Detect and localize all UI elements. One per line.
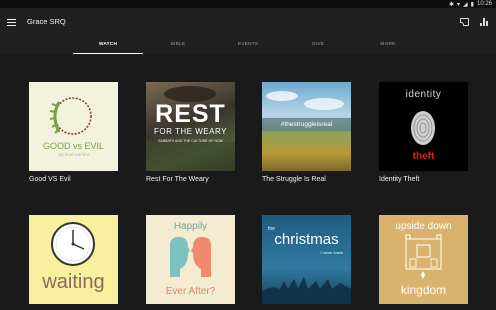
- art-title: #thestruggleisreal: [280, 121, 333, 128]
- art-title: upside down: [395, 221, 452, 232]
- series-title: Identity Theft: [379, 176, 420, 183]
- battery-icon: ▮: [470, 1, 474, 8]
- art-subtitle: FOR THE WEARY: [154, 127, 227, 136]
- series-title: Good VS Evil: [29, 176, 71, 183]
- bluetooth-icon: ✱: [449, 1, 455, 8]
- series-thumbnail: #thestruggleisreal: [262, 82, 351, 171]
- wifi-icon: ▾: [457, 1, 461, 8]
- series-title: Rest For The Weary: [146, 176, 209, 183]
- series-card-waiting[interactable]: waiting: [29, 215, 118, 309]
- wreath-illustration: [49, 97, 92, 135]
- art-title: GOOD vs EVIL: [42, 141, 104, 151]
- series-thumbnail: upside down kingdom: [379, 215, 468, 304]
- tab-more[interactable]: MORE: [353, 38, 423, 54]
- series-card-happily-ever-after[interactable]: Happily Ever After?: [146, 215, 235, 309]
- signal-icon: ◢: [463, 1, 468, 8]
- status-icons: ✱ ▾ ◢ ▮ 10:26: [449, 0, 492, 8]
- series-card-rest-for-the-weary[interactable]: REST FOR THE WEARY SABBATH AND THE CULTU…: [146, 82, 235, 183]
- series-card-good-vs-evil[interactable]: GOOD vs EVIL spiritual warfare Good VS E…: [29, 82, 118, 183]
- status-time: 10:26: [476, 1, 492, 7]
- status-bar: ✱ ▾ ◢ ▮ 10:26: [0, 0, 496, 8]
- cast-icon[interactable]: [460, 18, 469, 26]
- menu-icon[interactable]: [7, 19, 16, 26]
- series-thumbnail: identity theft: [379, 82, 468, 171]
- series-thumbnail: waiting: [29, 215, 118, 304]
- art-title: REST: [155, 100, 226, 128]
- tab-bar: WATCH BIBLE EVENTS GIVE MORE: [73, 38, 423, 54]
- tab-bible[interactable]: BIBLE: [143, 38, 213, 54]
- art-title: identity: [405, 89, 442, 100]
- tab-events[interactable]: EVENTS: [213, 38, 283, 54]
- tab-give[interactable]: GIVE: [283, 38, 353, 54]
- art-title: Happily: [173, 221, 208, 232]
- art-subtitle: Ever After?: [165, 286, 216, 297]
- art-title: waiting: [42, 271, 105, 293]
- series-thumbnail: REST FOR THE WEARY SABBATH AND THE CULTU…: [146, 82, 235, 171]
- series-thumbnail: Happily Ever After?: [146, 215, 235, 304]
- series-title: The Struggle Is Real: [262, 176, 326, 183]
- art-subtitle: theft: [412, 151, 435, 162]
- series-card-christmas-i-never-knew[interactable]: the christmas i never knew: [262, 215, 351, 309]
- tab-watch[interactable]: WATCH: [73, 38, 143, 54]
- art-tagline: SABBATH AND THE CULTURE OF NOW: [158, 139, 223, 143]
- series-grid: GOOD vs EVIL spiritual warfare Good VS E…: [0, 54, 496, 310]
- stats-icon[interactable]: [480, 18, 489, 26]
- series-card-identity-theft[interactable]: identity theft Identity Theft: [379, 82, 468, 183]
- nativity-silhouette: [262, 277, 351, 304]
- art-subtitle: spiritual warfare: [57, 152, 90, 157]
- series-thumbnail: GOOD vs EVIL spiritual warfare: [29, 82, 118, 171]
- art-subtitle: kingdom: [400, 283, 447, 297]
- series-card-struggle-is-real[interactable]: #thestruggleisreal The Struggle Is Real: [262, 82, 351, 183]
- app-title: Grace SRQ: [27, 17, 66, 26]
- series-card-upside-down-kingdom[interactable]: upside down kingdom: [379, 215, 468, 309]
- art-subtitle: i never knew: [320, 250, 343, 255]
- series-thumbnail: the christmas i never knew: [262, 215, 351, 304]
- art-title: christmas: [274, 231, 339, 248]
